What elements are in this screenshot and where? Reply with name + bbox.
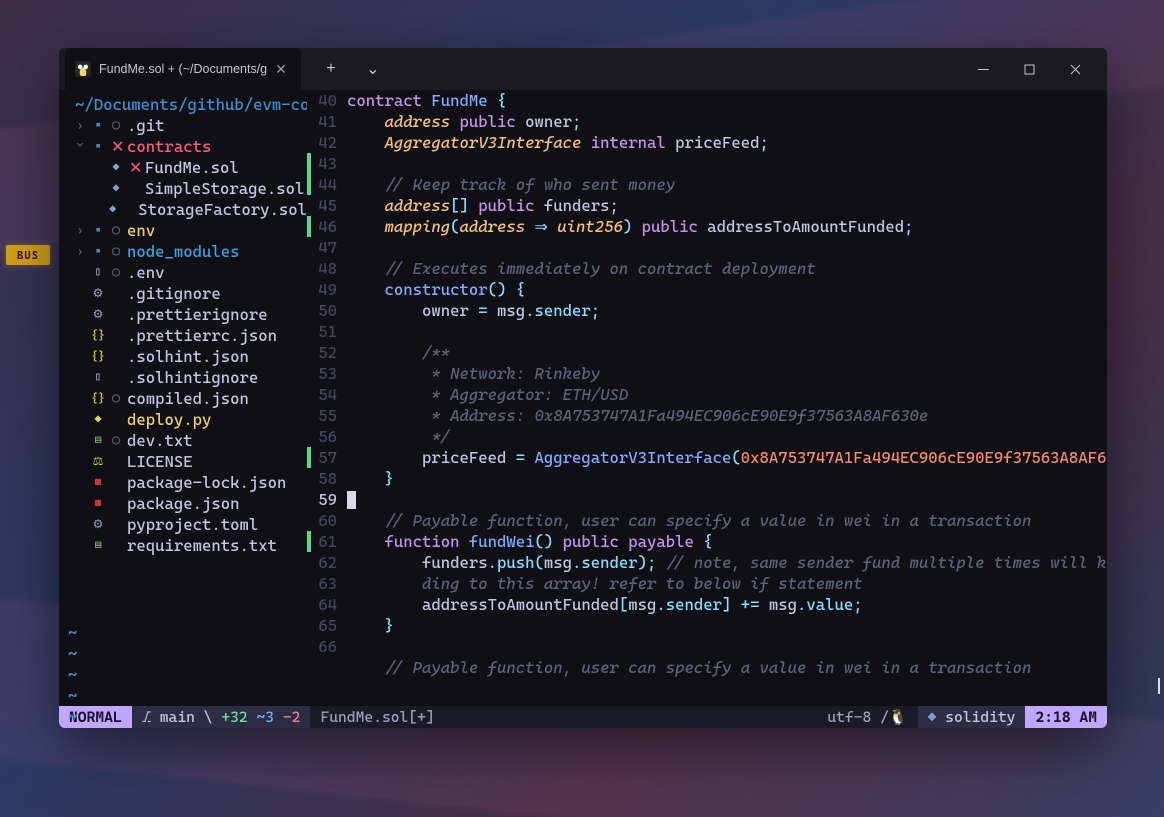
tree-item[interactable]: ■package.json: [65, 493, 307, 514]
tree-item[interactable]: ▯.solhintignore: [65, 367, 307, 388]
tree-item[interactable]: ›▪○.git: [65, 115, 307, 136]
branch-name: main: [160, 708, 195, 726]
tree-item[interactable]: ■package-lock.json: [65, 472, 307, 493]
filetype-indicator: ◆ solidity: [918, 706, 1026, 728]
tree-item[interactable]: ›▪○node_modules: [65, 241, 307, 262]
file-tree[interactable]: ~/Documents/github/evm-contr ›▪○.git⌄▪✕c…: [59, 90, 307, 706]
code-editor[interactable]: 4041424344454647484950515253545556575859…: [307, 90, 1107, 706]
tree-item[interactable]: ⚙.prettierignore: [65, 304, 307, 325]
filename-indicator: FundMe.sol[+]: [310, 706, 444, 728]
tree-item[interactable]: ›▪○env: [65, 220, 307, 241]
window-controls: [963, 55, 1101, 83]
tree-root-path: ~/Documents/github/evm-contr: [65, 94, 307, 115]
scrollbar-cursor: [1158, 678, 1160, 694]
tree-item[interactable]: ▤requirements.txt: [65, 535, 307, 556]
tree-item[interactable]: ⚖LICENSE: [65, 451, 307, 472]
titlebar: FundMe.sol + (~/Documents/g ✕ + ⌄: [59, 48, 1107, 90]
close-button[interactable]: [1055, 55, 1095, 83]
close-icon[interactable]: ✕: [275, 61, 287, 78]
os-icon: 🐧: [889, 708, 908, 726]
tilde-column: ~~~~~: [68, 622, 77, 727]
tab-active[interactable]: FundMe.sol + (~/Documents/g ✕: [65, 48, 301, 90]
tree-item[interactable]: {}.solhint.json: [65, 346, 307, 367]
tree-item[interactable]: ⚙pyproject.toml: [65, 514, 307, 535]
encoding-indicator: utf-8 / 🐧: [817, 706, 917, 728]
clock: 2:18 AM: [1025, 706, 1107, 728]
minimize-button[interactable]: [963, 55, 1003, 83]
tux-icon: [75, 61, 91, 77]
git-additions: +32: [221, 708, 247, 726]
maximize-button[interactable]: [1009, 55, 1049, 83]
tab-dropdown-button[interactable]: ⌄: [361, 57, 385, 81]
scrollbar-area[interactable]: [1156, 58, 1160, 702]
code-content[interactable]: contract FundMe { address public owner; …: [347, 90, 1107, 706]
tab-actions: + ⌄: [301, 57, 385, 81]
terminal-window: FundMe.sol + (~/Documents/g ✕ + ⌄ ~/Docu…: [59, 48, 1107, 728]
tree-item[interactable]: ▤○dev.txt: [65, 430, 307, 451]
tree-item[interactable]: ⌄▪✕contracts: [65, 136, 307, 157]
git-status: ⎇ main \ +32 ~3 -2: [132, 706, 311, 728]
git-deletions: -2: [283, 708, 301, 726]
line-numbers: 4041424344454647484950515253545556575859…: [311, 90, 347, 706]
tree-item[interactable]: ◆deploy.py: [65, 409, 307, 430]
tree-item[interactable]: {}.prettierrc.json: [65, 325, 307, 346]
git-modifications: ~3: [256, 708, 274, 726]
tree-item[interactable]: ◆SimpleStorage.sol: [65, 178, 307, 199]
statusline: NORMAL ⎇ main \ +32 ~3 -2 FundMe.sol[+] …: [59, 706, 1107, 728]
new-tab-button[interactable]: +: [319, 57, 343, 81]
tree-item[interactable]: ▯○.env: [65, 262, 307, 283]
editor-body: ~/Documents/github/evm-contr ›▪○.git⌄▪✕c…: [59, 90, 1107, 706]
tree-item[interactable]: ⚙.gitignore: [65, 283, 307, 304]
tree-item[interactable]: {}○compiled.json: [65, 388, 307, 409]
bus-sign-decoration: BUS: [6, 245, 50, 265]
ethereum-icon: ◆: [928, 708, 937, 726]
tree-item[interactable]: ◆StorageFactory.sol: [65, 199, 307, 220]
tree-item[interactable]: ◆✕FundMe.sol: [65, 157, 307, 178]
tab-title: FundMe.sol + (~/Documents/g: [99, 62, 267, 76]
branch-icon: ⎇: [142, 708, 151, 727]
